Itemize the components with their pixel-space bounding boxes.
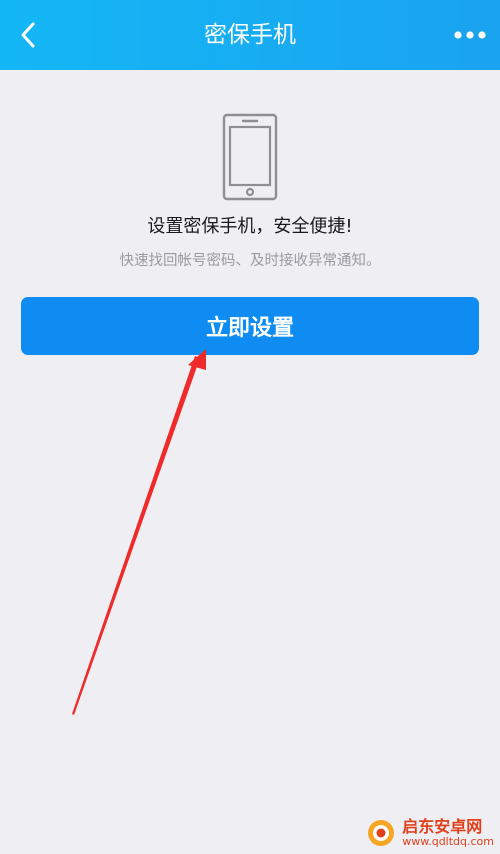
navigation-bar: 密保手机 xyxy=(0,0,500,70)
watermark-name: 启东安卓网 xyxy=(402,817,483,837)
watermark-url: www.qdltdq.com xyxy=(402,834,494,848)
description-text: 快速找回帐号密码、及时接收异常通知。 xyxy=(119,253,381,269)
set-up-now-button[interactable]: 立即设置 xyxy=(21,297,479,355)
arrow-shaft xyxy=(72,356,200,715)
watermark-logo-icon xyxy=(368,820,395,846)
more-button[interactable] xyxy=(440,0,500,70)
chevron-left-icon xyxy=(21,22,35,48)
more-dots-icon xyxy=(454,31,486,39)
page-title: 密保手机 xyxy=(204,22,296,48)
phone-icon xyxy=(222,113,278,201)
back-button[interactable] xyxy=(0,0,56,70)
headline-text: 设置密保手机，安全便捷! xyxy=(147,216,353,237)
watermark: 启东安卓网 www.qdltdq.com xyxy=(366,818,494,848)
